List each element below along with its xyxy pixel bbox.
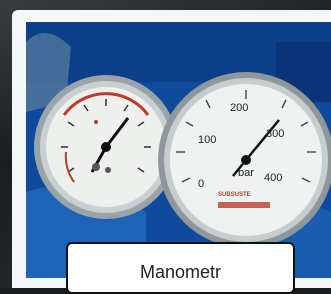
right-gauge: [158, 72, 331, 248]
caption-label: Manometr: [139, 262, 222, 282]
caption-box: Manometr: [66, 242, 295, 294]
manometer-photo: [26, 22, 331, 278]
left-gauge: [34, 75, 178, 219]
manometer-illustration: [26, 22, 331, 278]
